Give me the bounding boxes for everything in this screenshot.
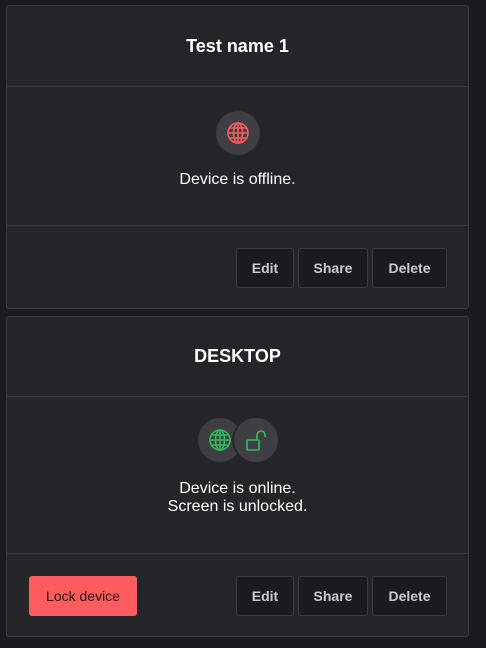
status-line: Device is offline.: [179, 171, 296, 188]
edit-button[interactable]: Edit: [236, 248, 294, 288]
globe-icon: [215, 111, 260, 155]
delete-button[interactable]: Delete: [372, 576, 447, 616]
status-line: Screen is unlocked.: [167, 498, 308, 515]
card-footer: Edit Share Delete: [7, 226, 468, 309]
status-icons: [197, 418, 278, 462]
edit-button[interactable]: Edit: [236, 576, 294, 616]
card-header: DESKTOP: [7, 317, 468, 397]
status-icons: [215, 111, 260, 155]
status-text: Device is online. Screen is unlocked.: [168, 480, 308, 516]
action-buttons: Edit Share Delete: [236, 248, 447, 288]
device-card: DESKTOP Device is online. Screen is unlo…: [6, 316, 469, 637]
share-button[interactable]: Share: [298, 248, 368, 288]
action-buttons: Edit Share Delete: [236, 576, 447, 616]
delete-button[interactable]: Delete: [372, 248, 447, 288]
device-card: Test name 1 Device is offline. Edit Shar…: [6, 5, 469, 309]
status-text: Device is offline.: [179, 171, 295, 189]
card-body: Device is online. Screen is unlocked.: [7, 397, 468, 554]
card-footer: Lock device Edit Share Delete: [7, 554, 468, 637]
status-line: Device is online.: [179, 480, 296, 497]
card-header: Test name 1: [7, 6, 468, 87]
device-name: Test name 1: [186, 35, 289, 56]
lock-device-button[interactable]: Lock device: [29, 576, 137, 616]
card-body: Device is offline.: [7, 87, 468, 226]
unlocked-padlock-icon: [233, 418, 278, 462]
device-name: DESKTOP: [194, 346, 281, 366]
share-button[interactable]: Share: [298, 576, 368, 616]
